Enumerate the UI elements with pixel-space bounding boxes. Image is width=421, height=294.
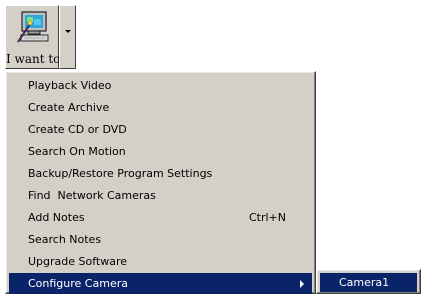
menu-item-search-notes[interactable]: Search Notes	[9, 229, 312, 251]
menu-item-label: Add Notes	[28, 211, 85, 224]
submenu-item-label: Camera1	[339, 276, 390, 289]
menu-item-create-cd-or-dvd[interactable]: Create CD or DVD	[9, 119, 312, 141]
menu-item-label: Playback Video	[28, 79, 112, 92]
menu-item-label: Configure Camera	[28, 277, 128, 290]
menu-item-shortcut: Ctrl+N	[248, 211, 286, 224]
menu-item-label: Create Archive	[28, 101, 110, 114]
menu-item-label: Upgrade Software	[28, 255, 128, 268]
menu-item-label: Find Network Cameras	[28, 189, 156, 202]
i-want-to-button[interactable]: I want to	[5, 5, 61, 69]
menu-item-label: Search Notes	[28, 233, 102, 246]
menu-item-label: Search On Motion	[28, 145, 126, 158]
menu-item-playback-video[interactable]: Playback Video	[9, 75, 312, 97]
menu-item-add-notes[interactable]: Add Notes Ctrl+N	[9, 207, 312, 229]
computer-wand-icon	[16, 10, 50, 44]
app-window: I want to Playback Video Create Archive …	[0, 0, 421, 294]
menu-item-configure-camera[interactable]: Configure Camera	[9, 273, 312, 294]
menu-item-upgrade-software[interactable]: Upgrade Software	[9, 251, 312, 273]
menu-item-create-archive[interactable]: Create Archive	[9, 97, 312, 119]
configure-camera-submenu: Camera1	[316, 269, 421, 294]
submenu-item-camera1[interactable]: Camera1	[320, 273, 417, 292]
menu-item-label: Backup/Restore Program Settings	[28, 167, 213, 180]
submenu-arrow-icon	[300, 280, 304, 288]
i-want-to-menu: Playback Video Create Archive Create CD …	[5, 71, 316, 294]
menu-item-backup-restore-settings[interactable]: Backup/Restore Program Settings	[9, 163, 312, 185]
menu-item-label: Create CD or DVD	[28, 123, 127, 136]
i-want-to-label: I want to	[6, 52, 61, 66]
i-want-to-dropdown-button[interactable]	[59, 5, 76, 69]
menu-item-find-network-cameras[interactable]: Find Network Cameras	[9, 185, 312, 207]
chevron-down-icon	[65, 30, 71, 33]
menu-item-search-on-motion[interactable]: Search On Motion	[9, 141, 312, 163]
